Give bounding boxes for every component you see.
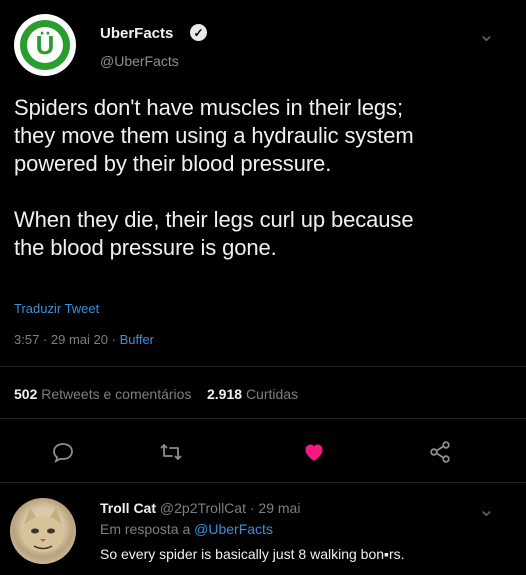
divider [0,418,526,419]
meta-separator: · [42,332,51,347]
divider [0,366,526,367]
reply-author-handle[interactable]: @2p2TrollCat [160,500,246,516]
verified-badge-icon: ✓ [190,24,207,41]
retweets-count[interactable]: 502 [14,386,37,402]
translate-tweet-link[interactable]: Traduzir Tweet [14,301,99,316]
replying-to-label: Em resposta a [100,521,191,537]
replying-to: Em resposta a @UberFacts [100,521,273,537]
meta-separator: · [249,500,255,516]
chevron-down-icon[interactable]: ⌄ [478,22,495,47]
tweet-time: 3:57 [14,332,40,347]
meta-separator: · [111,332,120,347]
like-icon[interactable] [302,440,326,464]
replying-to-handle[interactable]: @UberFacts [194,521,273,537]
retweets-label[interactable]: Retweets e comentários [41,386,191,402]
likes-label[interactable]: Curtidas [246,386,298,402]
likes-count[interactable]: 2.918 [207,386,242,402]
chevron-down-icon[interactable]: ⌄ [478,497,495,522]
reply-author-name[interactable]: Troll Cat [100,500,156,516]
tweet-date: 29 mai 20 [50,332,108,347]
tweet-text: Spiders don't have muscles in their legs… [14,95,414,260]
share-icon[interactable] [428,440,452,464]
retweet-icon[interactable] [159,440,183,464]
avatar-logo-letter: Ü [27,27,63,63]
author-handle[interactable]: @UberFacts [100,53,179,69]
author-avatar[interactable]: Ü [14,14,76,76]
reply-icon[interactable] [51,440,75,464]
tweet-source-link[interactable]: Buffer [120,332,154,347]
cat-face-icon [22,508,64,552]
reply-text: So every spider is basically just 8 walk… [100,546,405,562]
divider [0,482,526,483]
author-name[interactable]: UberFacts [100,25,173,42]
tweet-meta: 3:57 · 29 mai 20 · Buffer [14,332,154,347]
reply-date: 29 mai [258,500,301,516]
reply-author-avatar[interactable] [10,498,76,564]
tweet-stats: 502 Retweets e comentários 2.918 Curtida… [14,386,298,402]
avatar-logo-ring: Ü [20,20,70,70]
reply-header: Troll Cat @2p2TrollCat · 29 mai [100,500,300,516]
